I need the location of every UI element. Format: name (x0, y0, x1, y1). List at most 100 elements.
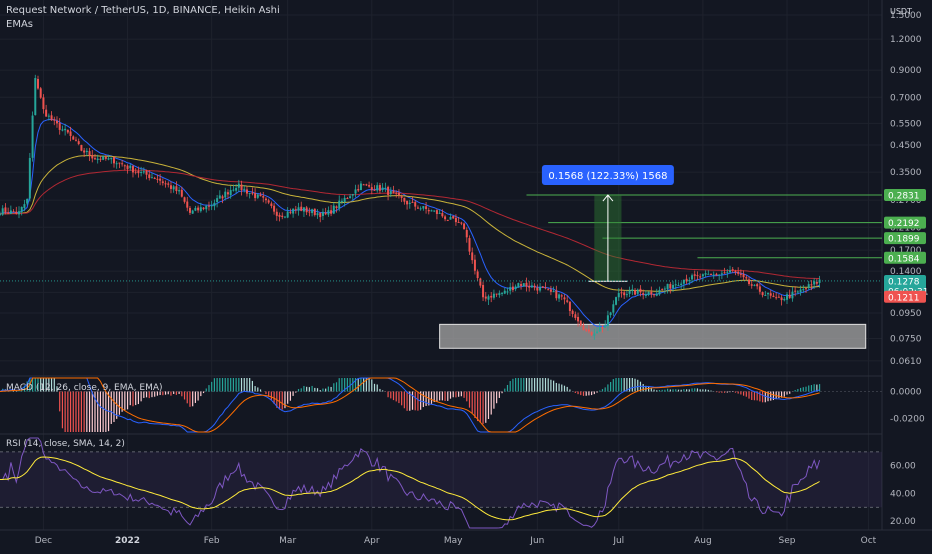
candle-body (58, 122, 61, 130)
candle-body (251, 192, 254, 194)
candle-body (612, 304, 615, 313)
candle-body (794, 290, 797, 292)
candle-body (590, 332, 593, 335)
candle-body (799, 289, 802, 293)
candle-body (644, 294, 647, 296)
candle-body (463, 223, 466, 230)
support-zone-box (439, 323, 867, 349)
candle-body (50, 115, 53, 121)
current-price-text: 0.1278 (888, 277, 920, 287)
candle-body (663, 288, 666, 290)
candle-body (568, 301, 571, 312)
candle-body (26, 198, 29, 204)
candle-body (235, 188, 238, 191)
candle-body (319, 212, 322, 218)
level-tag-text: 0.1584 (888, 254, 920, 264)
candle-body (503, 290, 506, 294)
candle-body (579, 320, 582, 326)
candle-body (601, 327, 604, 329)
indicator-legend-emas[interactable]: EMAs (6, 19, 33, 31)
candle-body (354, 189, 357, 194)
time-tick-label: May (444, 536, 463, 546)
candle-body (484, 296, 487, 299)
candle-body (267, 200, 270, 203)
candle-body (642, 293, 645, 295)
candle-body (661, 289, 664, 291)
candle-body (305, 207, 308, 213)
candle-body (17, 211, 20, 215)
candle-body (259, 194, 262, 197)
candle-body (362, 184, 365, 186)
candle-body (300, 206, 303, 211)
candle-body (444, 216, 447, 220)
rsi-tick-label: 40.00 (890, 489, 916, 499)
candle-body (64, 128, 67, 131)
candle-body (240, 184, 243, 191)
candle-body (772, 295, 775, 298)
candle-body (473, 259, 476, 271)
candle-body (758, 286, 761, 292)
candle-body (232, 189, 235, 191)
candle-body (425, 206, 428, 210)
candle-body (615, 297, 618, 305)
currency-label: USDT (890, 7, 912, 16)
time-tick-label: Dec (35, 536, 52, 546)
chart-canvas[interactable]: 0.1568 (122.33%) 1568 1.50001.20000.9000… (0, 0, 932, 550)
candle-body (191, 210, 194, 214)
candle-body (701, 274, 704, 277)
candle-body (596, 331, 599, 334)
candle-body (533, 285, 536, 288)
candle-body (88, 151, 91, 156)
low-price-text: 0.1211 (888, 293, 920, 303)
candle-body (468, 238, 471, 252)
candle-body (693, 274, 696, 276)
candle-body (802, 289, 805, 291)
candle-body (9, 210, 12, 214)
candle-body (696, 275, 699, 277)
candle-body (737, 271, 740, 274)
candle-body (343, 197, 346, 202)
measure-label: 0.1568 (122.33%) 1568 (548, 171, 667, 182)
candle-body (12, 211, 15, 213)
price-tick-label: 0.5500 (890, 119, 922, 129)
candle-body (226, 192, 229, 195)
macd-legend[interactable]: MACD (12, 26, close, 9, EMA, EMA) (6, 383, 163, 394)
candle-body (316, 213, 319, 216)
candle-body (438, 212, 441, 214)
candle-body (256, 194, 259, 198)
candle-body (262, 196, 265, 198)
candle-body (606, 315, 609, 327)
support-zone (439, 323, 867, 349)
candle-body (514, 286, 517, 290)
candle-body (639, 288, 642, 293)
candle-body (278, 214, 281, 217)
candle-body (77, 141, 80, 145)
candle-body (482, 284, 485, 298)
candle-body (691, 275, 694, 280)
candle-body (243, 188, 246, 190)
candle-body (245, 189, 248, 194)
candle-body (275, 211, 278, 216)
candle-body (205, 205, 208, 210)
level-tag-text: 0.2192 (888, 219, 920, 229)
candle-body (159, 178, 162, 181)
candle-body (93, 158, 96, 160)
candle-body (441, 213, 444, 217)
candle-body (411, 201, 414, 203)
candle-body (175, 186, 178, 191)
candle-body (487, 296, 490, 300)
candle-body (726, 271, 729, 273)
candle-body (427, 210, 430, 212)
candle-body (517, 283, 520, 288)
candle-body (748, 279, 751, 284)
candle-body (460, 222, 463, 224)
candle-body (340, 200, 343, 202)
candle-body (775, 297, 778, 299)
candle-body (359, 183, 362, 191)
rsi-tick-label: 20.00 (890, 517, 916, 527)
rsi-legend[interactable]: RSI (14, close, SMA, 14, 2) (6, 439, 125, 450)
candle-body (729, 270, 732, 273)
candle-body (197, 207, 200, 211)
candle-body (653, 294, 656, 296)
candle-body (699, 276, 702, 278)
